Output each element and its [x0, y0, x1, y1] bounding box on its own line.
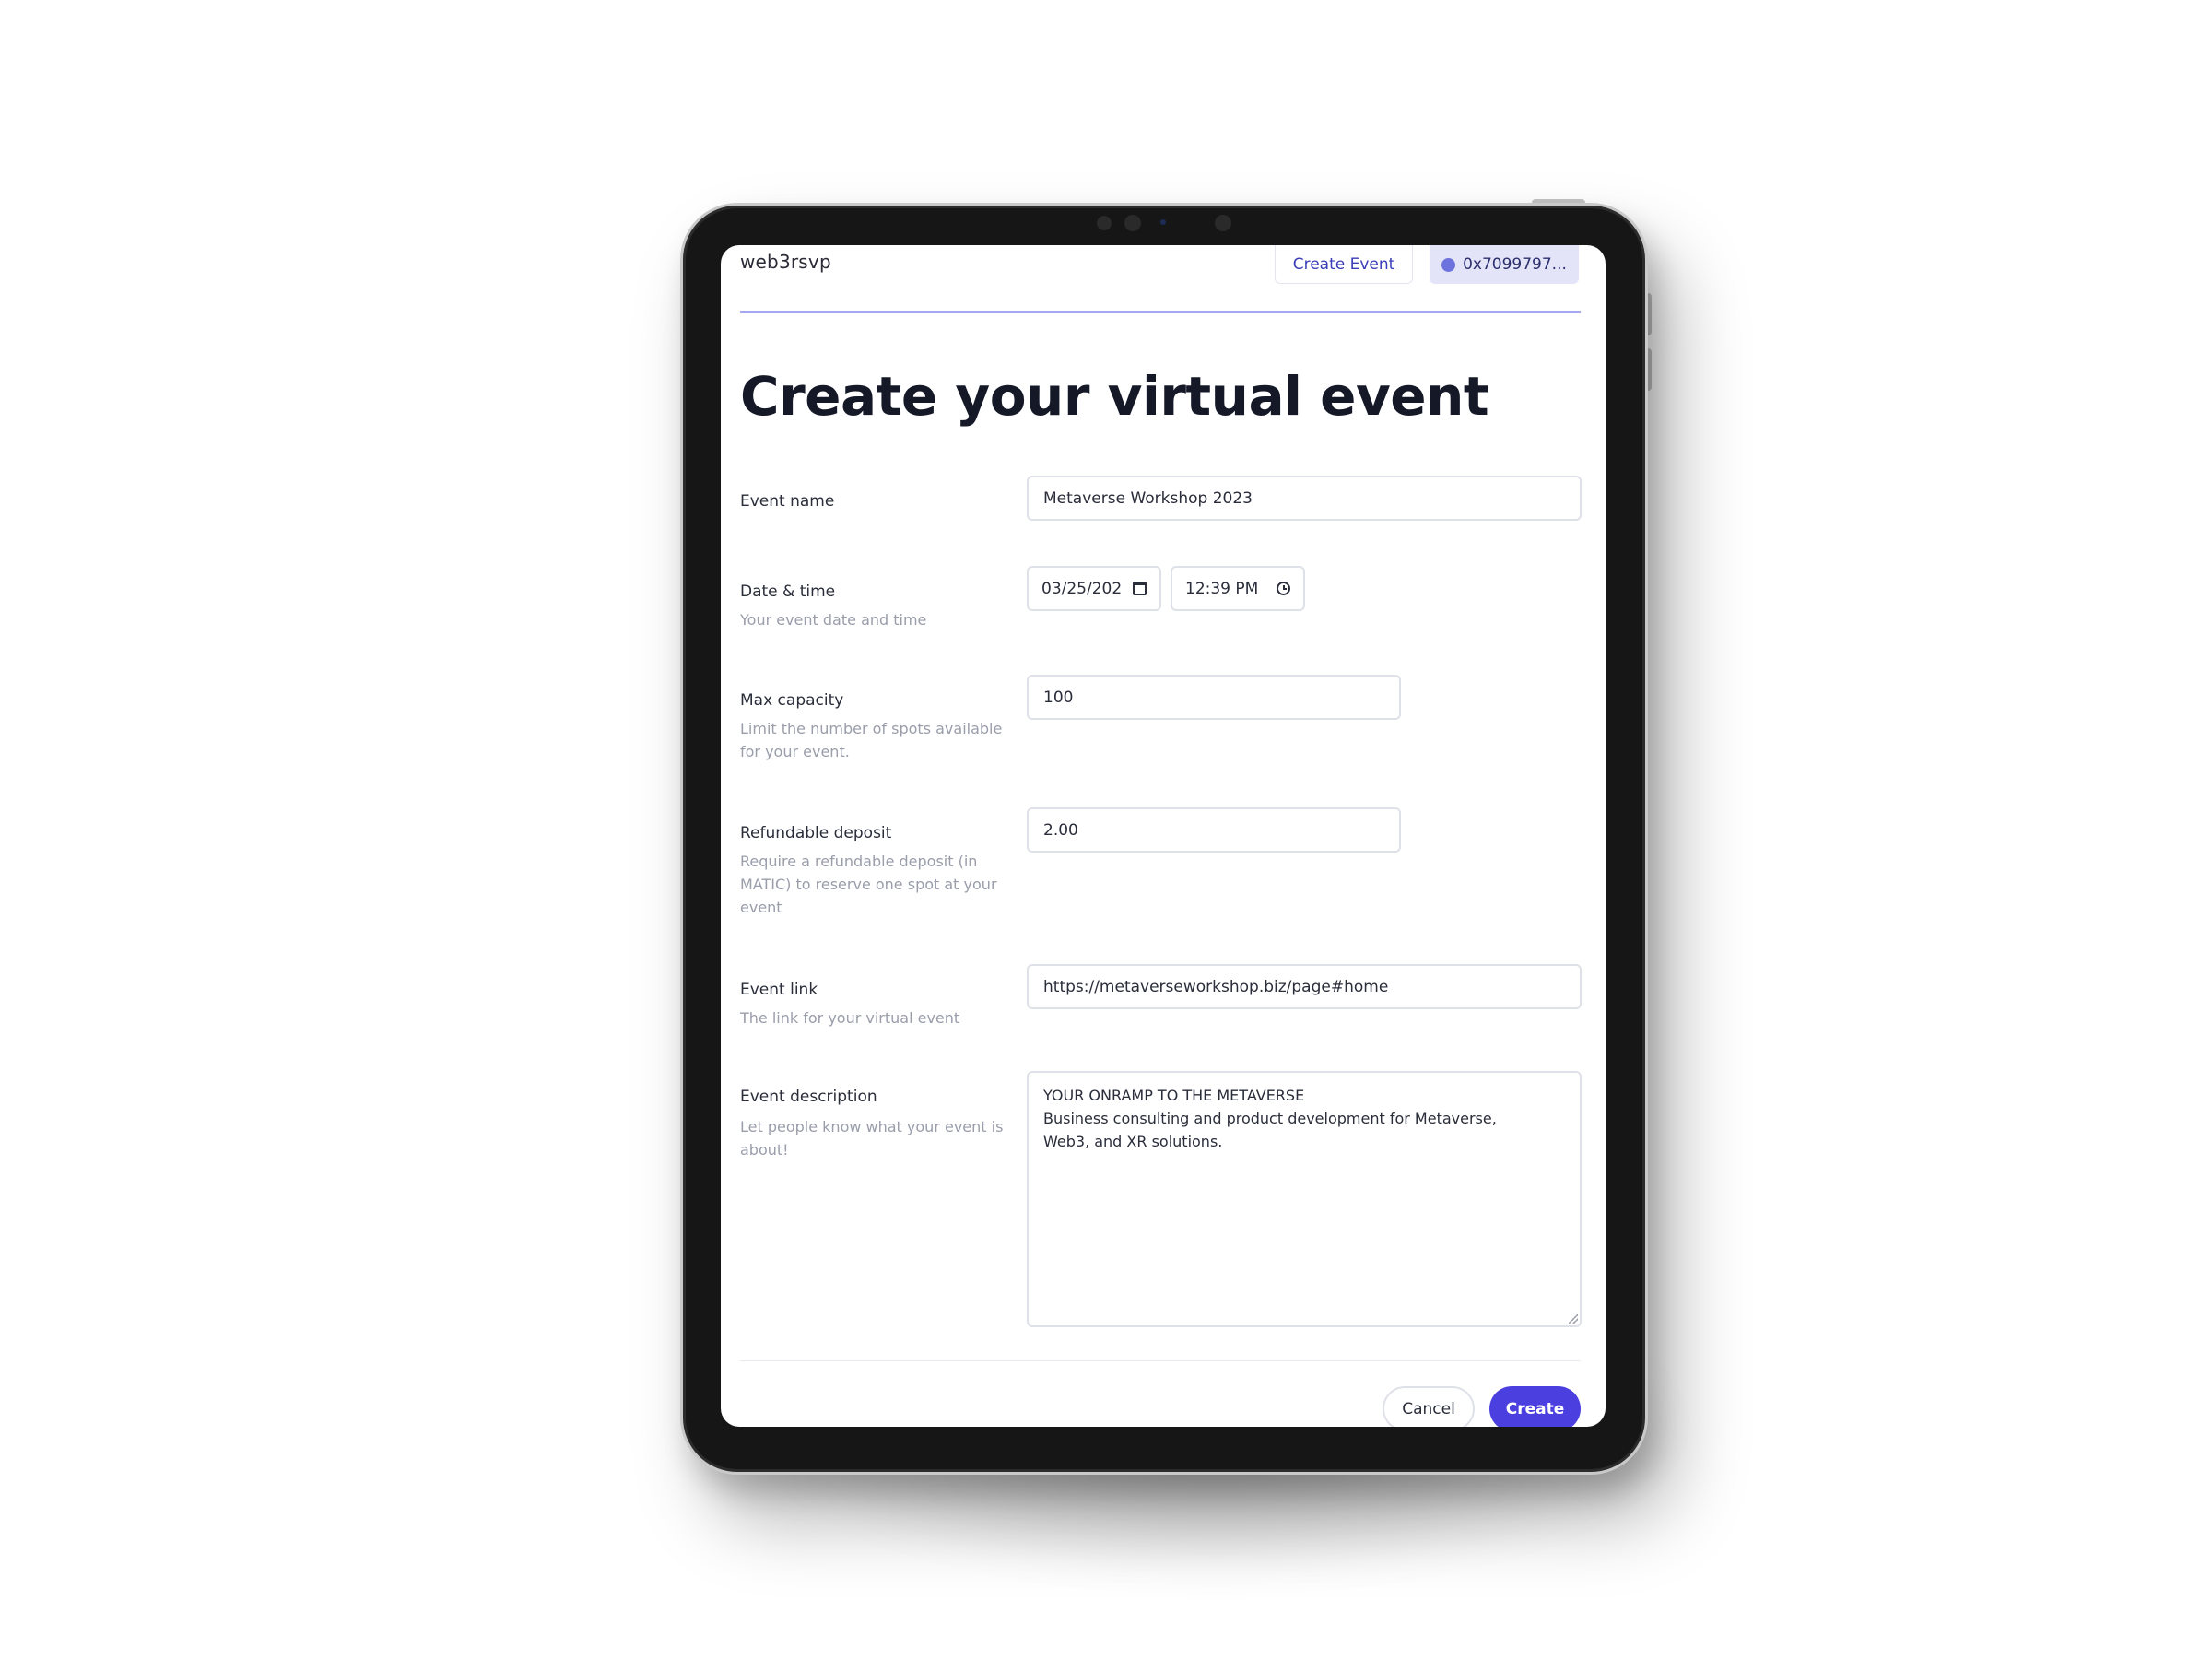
wallet-address-label: 0x7099797... — [1463, 255, 1567, 274]
max-capacity-helper: Limit the number of spots available for … — [740, 720, 1003, 760]
camera-indicator-icon — [1160, 219, 1166, 225]
create-event-nav-button[interactable]: Create Event — [1275, 245, 1413, 284]
wallet-address-button[interactable]: 0x7099797... — [1430, 245, 1579, 284]
tablet-screen: web3rsvp Create Event 0x7099797... Creat… — [721, 245, 1606, 1427]
event-link-helper: The link for your virtual event — [740, 1009, 960, 1027]
max-capacity-label: Max capacity — [740, 691, 844, 710]
date-time-helper: Your event date and time — [740, 611, 927, 629]
wallet-status-dot-icon — [1441, 257, 1456, 272]
camera-lens-icon — [1215, 215, 1231, 231]
description-line: Web3, and XR solutions. — [1043, 1133, 1223, 1150]
event-description-textarea[interactable]: YOUR ONRAMP TO THE METAVERSE Business co… — [1027, 1071, 1582, 1327]
event-description-label: Event description — [740, 1088, 877, 1106]
date-time-label: Date & time — [740, 582, 836, 601]
refundable-deposit-label: Refundable deposit — [740, 824, 892, 842]
event-description-helper: Let people know what your event is about… — [740, 1118, 1004, 1159]
date-value: 03/25/202 — [1041, 579, 1123, 598]
cancel-button[interactable]: Cancel — [1382, 1386, 1475, 1427]
footer-divider — [740, 1360, 1581, 1361]
clock-icon[interactable] — [1277, 582, 1290, 595]
event-link-label: Event link — [740, 981, 818, 999]
app-header: web3rsvp Create Event 0x7099797... — [740, 245, 1581, 313]
calendar-icon[interactable] — [1133, 582, 1147, 595]
date-input[interactable]: 03/25/202 — [1027, 566, 1161, 611]
max-capacity-input[interactable] — [1027, 675, 1401, 720]
resize-handle-icon[interactable] — [1569, 1314, 1578, 1324]
time-value: 12:39 PM — [1185, 579, 1259, 598]
description-line: Business consulting and product developm… — [1043, 1110, 1497, 1127]
event-name-label: Event name — [740, 492, 835, 511]
event-link-input[interactable] — [1027, 964, 1582, 1009]
time-input[interactable]: 12:39 PM — [1171, 566, 1305, 611]
app-logo[interactable]: web3rsvp — [740, 251, 831, 273]
refundable-deposit-input[interactable] — [1027, 807, 1401, 853]
create-button[interactable]: Create — [1489, 1386, 1581, 1427]
refundable-deposit-helper: Require a refundable deposit (in MATIC) … — [740, 853, 997, 916]
description-line: YOUR ONRAMP TO THE METAVERSE — [1043, 1087, 1305, 1104]
event-name-input[interactable] — [1027, 476, 1582, 521]
camera-lens-icon — [1124, 215, 1141, 231]
app-content: web3rsvp Create Event 0x7099797... Creat… — [740, 245, 1582, 1427]
camera-sensor-icon — [1097, 216, 1112, 230]
page-title: Create your virtual event — [740, 365, 1489, 428]
